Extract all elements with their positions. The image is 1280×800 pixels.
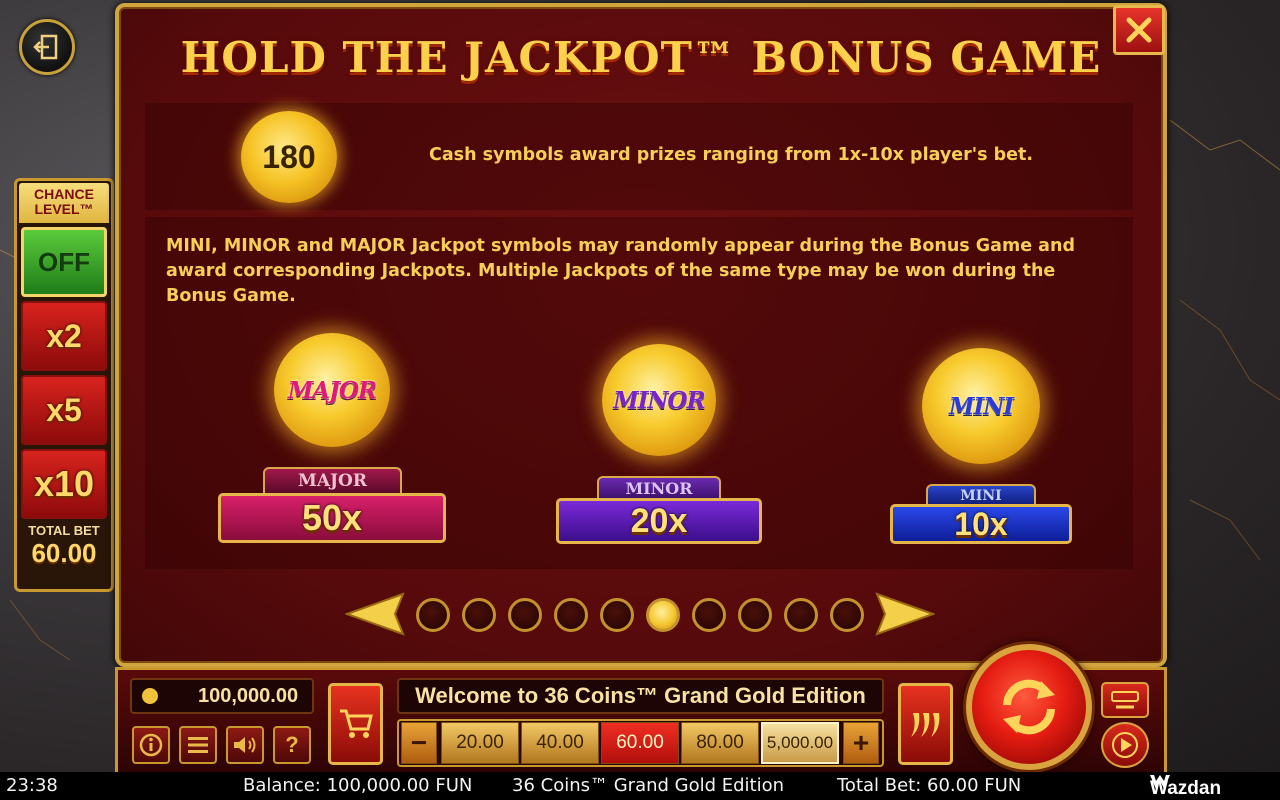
pagination-dot[interactable] — [738, 598, 772, 632]
major-multiplier: 50x — [218, 493, 446, 543]
autoplay-settings-button[interactable] — [1101, 682, 1149, 718]
wazdan-logo-text: Wazdan — [1150, 778, 1222, 799]
status-game-name: 36 Coins™ Grand Gold Edition — [512, 775, 785, 796]
next-page-arrow-icon[interactable] — [875, 592, 935, 636]
minor-tab: MINOR — [597, 476, 721, 500]
wazdan-logo: Wazdan — [1150, 775, 1221, 799]
chance-level-x2-button[interactable]: x2 — [21, 301, 107, 371]
bet-option-60[interactable]: 60.00 — [601, 722, 679, 764]
close-button[interactable] — [1113, 5, 1165, 55]
previous-page-arrow-icon[interactable] — [345, 592, 405, 636]
info-icon — [139, 733, 163, 757]
minor-coin-symbol: MINOR — [602, 344, 716, 456]
mini-multiplier: 10x — [890, 504, 1072, 544]
bet-increase-button[interactable]: + — [843, 722, 879, 764]
chance-level-x5-button[interactable]: x5 — [21, 375, 107, 445]
turbo-icon — [1111, 691, 1139, 709]
balance-display: 100,000.00 — [130, 678, 314, 714]
welcome-message: Welcome to 36 Coins™ Grand Gold Edition — [397, 678, 884, 714]
bet-decrease-button[interactable]: − — [401, 722, 437, 764]
pagination-dot[interactable] — [830, 598, 864, 632]
status-balance: Balance: 100,000.00 FUN — [243, 775, 473, 796]
pagination-dot[interactable] — [508, 598, 542, 632]
minor-multiplier: 20x — [556, 498, 762, 544]
speaker-icon — [234, 737, 256, 753]
major-coin-symbol: MAJOR — [274, 333, 390, 447]
sound-button[interactable] — [226, 726, 264, 764]
exit-button[interactable] — [19, 19, 75, 75]
status-bar: 23:38 Balance: 100,000.00 FUN 36 Coins™ … — [0, 772, 1280, 800]
shop-button[interactable] — [328, 683, 383, 765]
clock: 23:38 — [6, 775, 58, 796]
close-icon — [1126, 17, 1152, 43]
page-title: HOLD THE JACKPOT™ BONUS GAME — [180, 33, 1102, 82]
cash-coin-symbol: 180 — [241, 111, 337, 203]
pagination-dot[interactable] — [692, 598, 726, 632]
chance-level-title: CHANCE LEVEL™ — [19, 183, 109, 223]
chance-level-x10-button[interactable]: x10 — [21, 449, 107, 519]
cash-coin-value: 180 — [262, 138, 316, 175]
status-total-bet: Total Bet: 60.00 FUN — [837, 775, 1022, 796]
menu-button[interactable] — [179, 726, 217, 764]
cash-description: Cash symbols award prizes ranging from 1… — [429, 145, 1034, 165]
pagination-dot[interactable] — [646, 598, 680, 632]
extra-bet-button[interactable] — [898, 683, 953, 765]
bet-option-40[interactable]: 40.00 — [521, 722, 599, 764]
chance-total-bet-value: 60.00 — [31, 538, 97, 568]
mini-tab: MINI — [926, 484, 1036, 506]
chance-total-bet-label: TOTAL BET — [28, 523, 100, 538]
minor-coin-label: MINOR — [613, 386, 705, 414]
mini-coin-symbol: MINI — [922, 348, 1040, 464]
pagination-dot[interactable] — [554, 598, 588, 632]
bet-option-80[interactable]: 80.00 — [681, 722, 759, 764]
mini-coin-label: MINI — [948, 392, 1014, 420]
chance-total-bet: TOTAL BET 60.00 — [19, 523, 109, 569]
bet-option-5000[interactable]: 5,000.00 — [761, 722, 839, 764]
exit-icon — [33, 34, 58, 60]
major-tab: MAJOR — [263, 467, 402, 493]
help-button[interactable]: ? — [273, 726, 311, 764]
spin-button[interactable] — [966, 644, 1092, 770]
balance-value: 100,000.00 — [198, 684, 299, 707]
chance-level-off-button[interactable]: OFF — [21, 227, 107, 297]
money-bag-icon — [142, 688, 158, 704]
bet-option-20[interactable]: 20.00 — [441, 722, 519, 764]
play-icon — [1112, 732, 1138, 758]
major-coin-label: MAJOR — [287, 376, 377, 404]
pagination-dot[interactable] — [462, 598, 496, 632]
pagination-dot[interactable] — [600, 598, 634, 632]
spin-arrows-icon — [1003, 679, 1055, 735]
menu-icon — [188, 737, 208, 753]
autoplay-button[interactable] — [1101, 722, 1149, 768]
info-button[interactable] — [132, 726, 170, 764]
jackpot-description: MINI, MINOR and MAJOR Jackpot symbols ma… — [166, 236, 1075, 306]
pagination-dot[interactable] — [784, 598, 818, 632]
shopping-cart-icon — [339, 709, 373, 738]
chili-peppers-icon — [910, 713, 939, 737]
pagination-dot[interactable] — [416, 598, 450, 632]
chance-level-panel: CHANCE LEVEL™ OFF x2 x5 x10 TOTAL BET 60… — [14, 178, 114, 592]
